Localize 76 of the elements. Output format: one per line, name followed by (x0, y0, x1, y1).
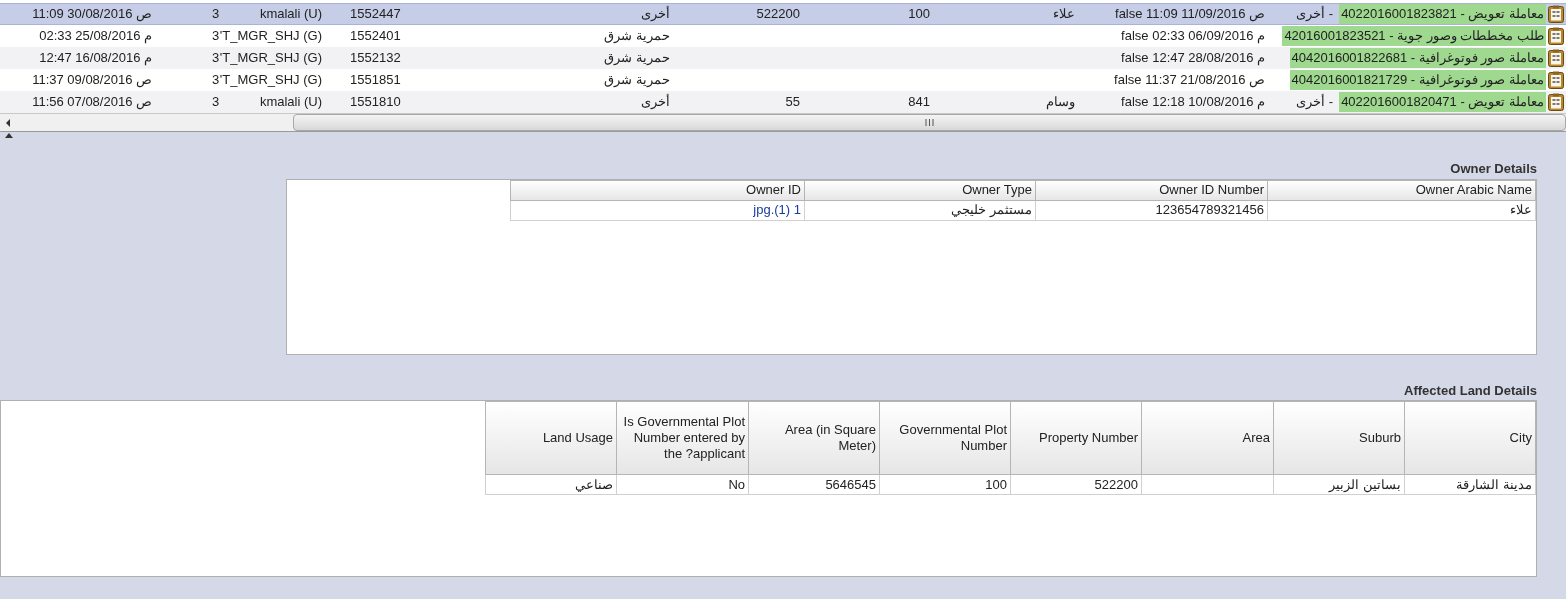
table-cell-text: صناعي (575, 475, 613, 494)
table-cell-text: 123654789321456 (1155, 201, 1264, 220)
table-cell: حمرية شرق (604, 72, 670, 88)
table-cell: حمرية شرق (604, 28, 670, 44)
table-cell-text: مستثمر خليجي (951, 201, 1032, 220)
table-cell-text: مدينة الشارقة (1456, 475, 1532, 494)
table-cell: false 11:37 21/08/2016 ص (1114, 72, 1265, 88)
clipboard-icon (1548, 27, 1564, 45)
table-cell: 11:37 09/08/2016 ص (32, 72, 152, 88)
table-cell: 11:09 30/08/2016 ص (32, 6, 152, 22)
transaction-link[interactable]: معاملة تعويض - 4022016001820471 (1339, 92, 1546, 112)
table-cell: 3 (212, 94, 220, 110)
column-header[interactable]: Owner ID Number (1035, 179, 1268, 201)
column-header[interactable]: Suburb (1273, 401, 1405, 475)
transaction-link[interactable]: معاملة صور فوتوغرافية - 4042016001822681 (1289, 48, 1546, 68)
table-cell: 'T_MGR_SHJ (G) (219, 50, 322, 66)
column-header[interactable]: Owner ID (510, 179, 805, 201)
section-title: Affected Land Details (1404, 381, 1537, 400)
table-cell: وسام (1046, 94, 1075, 110)
table-cell: 1552401 (350, 28, 401, 44)
table-cell-text: 5646545 (825, 475, 876, 494)
file-link[interactable]: jpg.(1) 1 (753, 200, 801, 220)
column-header[interactable]: Is Governmental Plot Number entered by the ?applicant (616, 401, 749, 475)
table-cell: 11:56 07/08/2016 ص (32, 94, 152, 110)
column-header[interactable]: Property Number (1010, 401, 1142, 475)
table-cell: 3 (212, 28, 220, 44)
scroll-thumb[interactable] (293, 114, 1566, 131)
clipboard-icon (1548, 49, 1564, 67)
table-cell: 100 (908, 6, 930, 22)
column-header[interactable]: Owner Arabic Name (1267, 179, 1536, 201)
horizontal-scrollbar[interactable] (0, 113, 1566, 131)
table-cell: 1551851 (350, 72, 401, 88)
column-header[interactable]: Owner Type (804, 179, 1036, 201)
table-cell-text: - أخرى (1296, 93, 1334, 112)
column-header[interactable]: Governmental Plot Number (879, 401, 1011, 475)
table-cell-text: 522200 (1094, 475, 1138, 494)
table-cell: علاء (1053, 6, 1075, 22)
transaction-link[interactable]: طلب مخططات وصور جوية - 42016001823521 (1282, 26, 1546, 46)
table-cell: kmalali (U) (259, 6, 322, 22)
table-cell: 1551810 (350, 94, 401, 110)
table-cell-text: 100 (985, 475, 1007, 494)
table-cell: 'T_MGR_SHJ (G) (219, 28, 322, 44)
table-cell: 12:47 16/08/2016 م (39, 50, 152, 66)
column-header[interactable]: Land Usage (485, 401, 617, 475)
table-cell: 1552132 (350, 50, 401, 66)
table-cell: 522200 (756, 6, 800, 22)
table-cell: 3 (212, 50, 220, 66)
table-cell: أخرى (641, 94, 670, 110)
section-title: Owner Details (1450, 160, 1537, 178)
table-cell-text: بساتين الزبير (1329, 475, 1401, 495)
transaction-link[interactable]: معاملة صور فوتوغرافية - 4042016001821729 (1289, 70, 1546, 90)
table-cell: 3 (212, 6, 220, 22)
transaction-link[interactable]: معاملة تعويض - 4022016001823821 (1339, 4, 1546, 24)
table-cell-text: - أخرى (1296, 5, 1334, 24)
table-cell: kmalali (U) (259, 94, 322, 110)
table-cell: false 02:33 06/09/2016 م (1121, 28, 1265, 44)
column-header[interactable]: City (1404, 401, 1536, 475)
table-cell: 841 (908, 94, 930, 110)
table-cell: 02:33 25/08/2016 م (39, 28, 152, 44)
table-cell: 55 (785, 94, 800, 110)
table-cell: 1552447 (350, 6, 401, 22)
table-cell-text: علاء (1510, 201, 1532, 220)
column-header[interactable]: Area (1141, 401, 1274, 475)
table-cell: 3 (212, 72, 220, 88)
grip-icon (925, 119, 934, 126)
clipboard-icon (1548, 5, 1564, 23)
table-cell: false 11:09 11/09/2016 ص (1115, 6, 1265, 22)
clipboard-icon (1548, 71, 1564, 89)
clipboard-icon (1548, 93, 1564, 111)
table-cell: false 12:47 28/08/2016 م (1121, 50, 1265, 66)
table-cell-text: No (728, 475, 745, 494)
table-cell: حمرية شرق (604, 50, 670, 66)
table-cell: 'T_MGR_SHJ (G) (219, 72, 322, 88)
table-cell: false 12:18 10/08/2016 م (1121, 94, 1265, 110)
table-cell: أخرى (641, 6, 670, 22)
column-header[interactable]: Area (in Square Meter) (748, 401, 880, 475)
